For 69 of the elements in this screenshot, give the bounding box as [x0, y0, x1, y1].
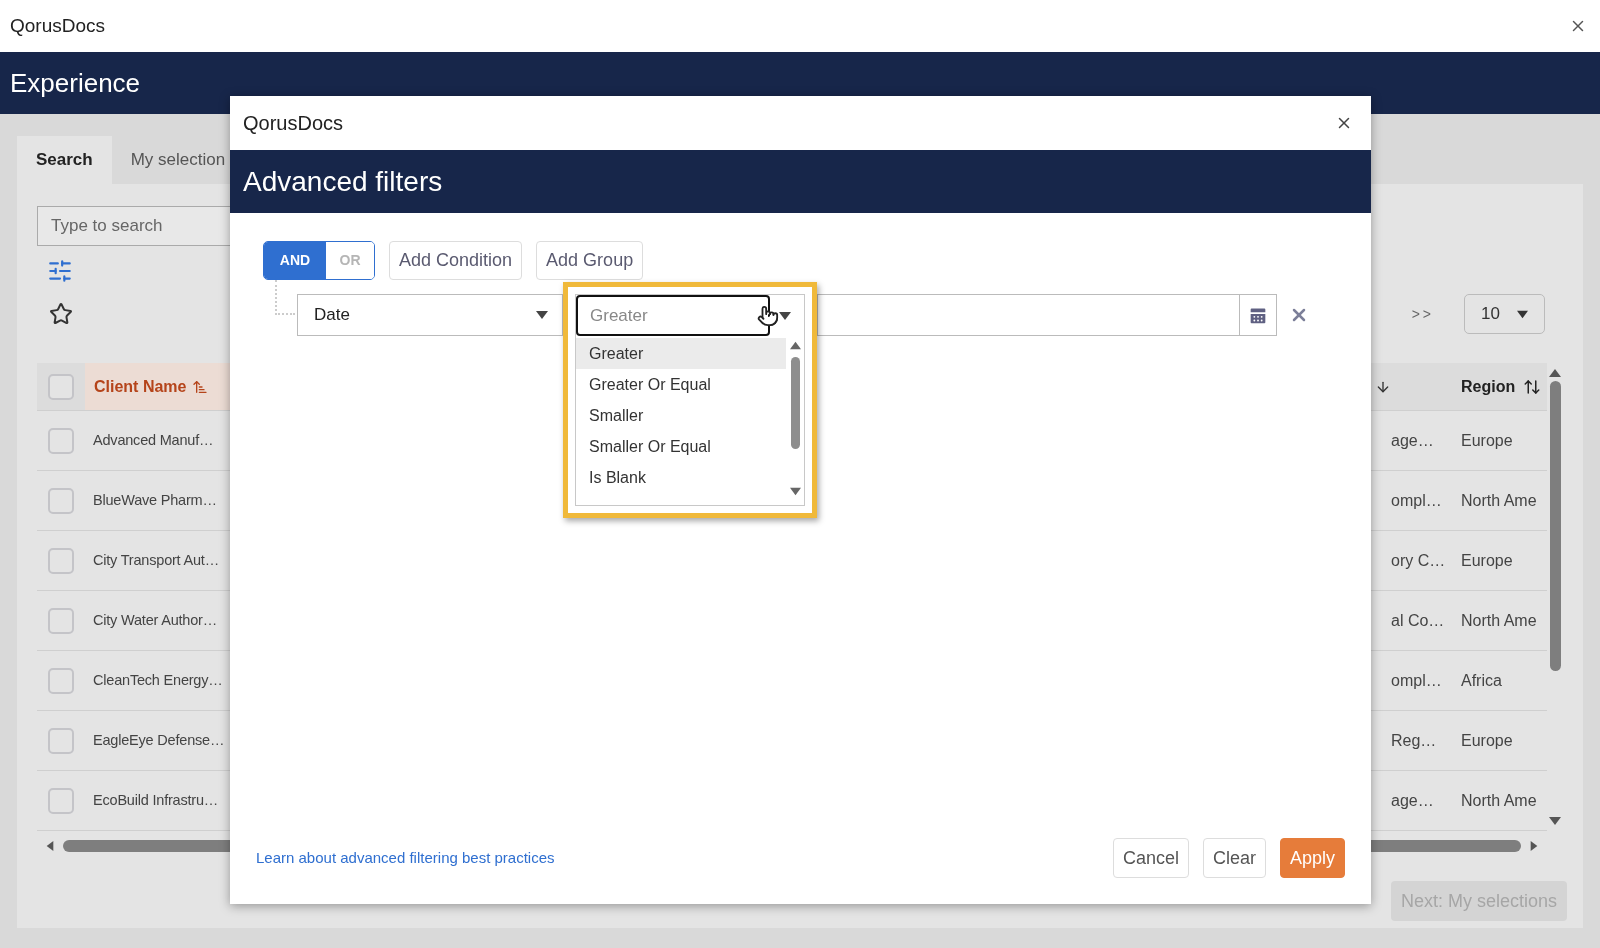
scroll-up-icon[interactable] — [789, 340, 801, 351]
scroll-up-icon[interactable] — [1549, 367, 1561, 379]
field-select[interactable]: Date — [297, 294, 563, 336]
dialog-heading: Advanced filters — [243, 164, 443, 199]
table-cell-text: EcoBuild Infrastru… — [92, 790, 220, 810]
filter-icon[interactable] — [47, 258, 73, 284]
add-button[interactable]: Add Group — [536, 241, 644, 280]
hand-pointer-icon — [757, 304, 779, 328]
page-title: Experience — [10, 66, 141, 100]
dialog-button[interactable]: Clear — [1202, 838, 1266, 878]
table-cell-text: al Co… — [1391, 610, 1446, 631]
connector-line — [275, 280, 295, 315]
table-cell-text: City Water Author… — [92, 610, 218, 630]
add-button[interactable]: Add Condition — [389, 241, 523, 280]
dropdown-option[interactable]: Is Blank — [576, 462, 786, 493]
table-cell-text: North Ame — [1461, 610, 1538, 631]
checkbox[interactable] — [48, 373, 74, 400]
table-cell-text: Europe — [1461, 550, 1514, 571]
checkbox[interactable] — [48, 607, 74, 634]
dropdown-option[interactable]: Greater Or Equal — [576, 369, 786, 400]
checkbox[interactable] — [48, 547, 74, 574]
table-cell-text: North Ame — [1461, 490, 1538, 511]
next-page-link[interactable]: >> — [1411, 303, 1434, 325]
operator-field[interactable]: Greater — [576, 295, 770, 336]
sort-icon[interactable] — [1523, 377, 1542, 396]
value-field[interactable] — [817, 294, 1240, 336]
scroll-right-icon[interactable] — [1529, 841, 1539, 851]
table-cell-text: BlueWave Pharm… — [92, 490, 218, 510]
table-cell-text: CleanTech Energy… — [92, 670, 224, 690]
tab[interactable]: Search — [17, 136, 112, 184]
table-cell-text: ory C… — [1391, 550, 1447, 571]
table-cell-text: Africa — [1461, 670, 1503, 691]
help-link[interactable]: Learn about advanced filtering best practices — [256, 846, 555, 870]
calendar-button[interactable] — [1240, 294, 1277, 336]
column-header[interactable]: Region — [1461, 363, 1547, 410]
vertical-scrollbar[interactable] — [790, 357, 800, 449]
table-cell-text: age… — [1391, 430, 1435, 451]
table-cell-text: age… — [1391, 790, 1435, 811]
checkbox[interactable] — [48, 427, 74, 454]
page-size-select[interactable]: 10 — [1464, 294, 1545, 334]
table-cell-text: City Transport Aut… — [92, 550, 220, 570]
checkbox[interactable] — [48, 727, 74, 754]
caret-icon[interactable] — [536, 309, 548, 321]
logic-toggle[interactable]: AND — [264, 242, 326, 279]
caret-icon[interactable] — [779, 309, 791, 322]
table-cell-text: EagleEye Defense… — [92, 730, 226, 750]
table-cell-text: ompl… — [1391, 490, 1443, 511]
table-cell-text: Europe — [1461, 730, 1514, 751]
dropdown-option[interactable]: Smaller — [576, 400, 786, 431]
scroll-down-icon[interactable] — [789, 486, 801, 497]
app-title: QorusDocs — [10, 13, 106, 38]
dialog-title: QorusDocs — [243, 111, 344, 136]
caret-icon[interactable] — [1517, 308, 1528, 320]
checkbox[interactable] — [48, 667, 74, 694]
table-cell-text: Reg… — [1391, 730, 1438, 751]
scroll-left-icon[interactable] — [45, 841, 55, 851]
operator-dropdown[interactable]: Greater Greater Greater Or Equal Smaller Smaller Or Equal Is Blank — [563, 282, 817, 518]
star-icon[interactable] — [49, 302, 73, 326]
dialog-button[interactable]: Cancel — [1112, 838, 1189, 878]
dropdown-option[interactable]: Smaller Or Equal — [576, 431, 786, 462]
scroll-down-icon[interactable] — [1549, 815, 1561, 827]
dropdown-option[interactable]: Greater — [576, 338, 786, 369]
table-cell-text: North Ame — [1461, 790, 1538, 811]
table-cell-text: ompl… — [1391, 670, 1443, 691]
checkbox[interactable] — [48, 487, 74, 514]
vertical-scrollbar[interactable] — [1549, 381, 1561, 671]
checkbox[interactable] — [48, 787, 74, 814]
table-cell-text: Advanced Manuf… — [92, 430, 215, 450]
table-cell-text: Europe — [1461, 430, 1514, 451]
